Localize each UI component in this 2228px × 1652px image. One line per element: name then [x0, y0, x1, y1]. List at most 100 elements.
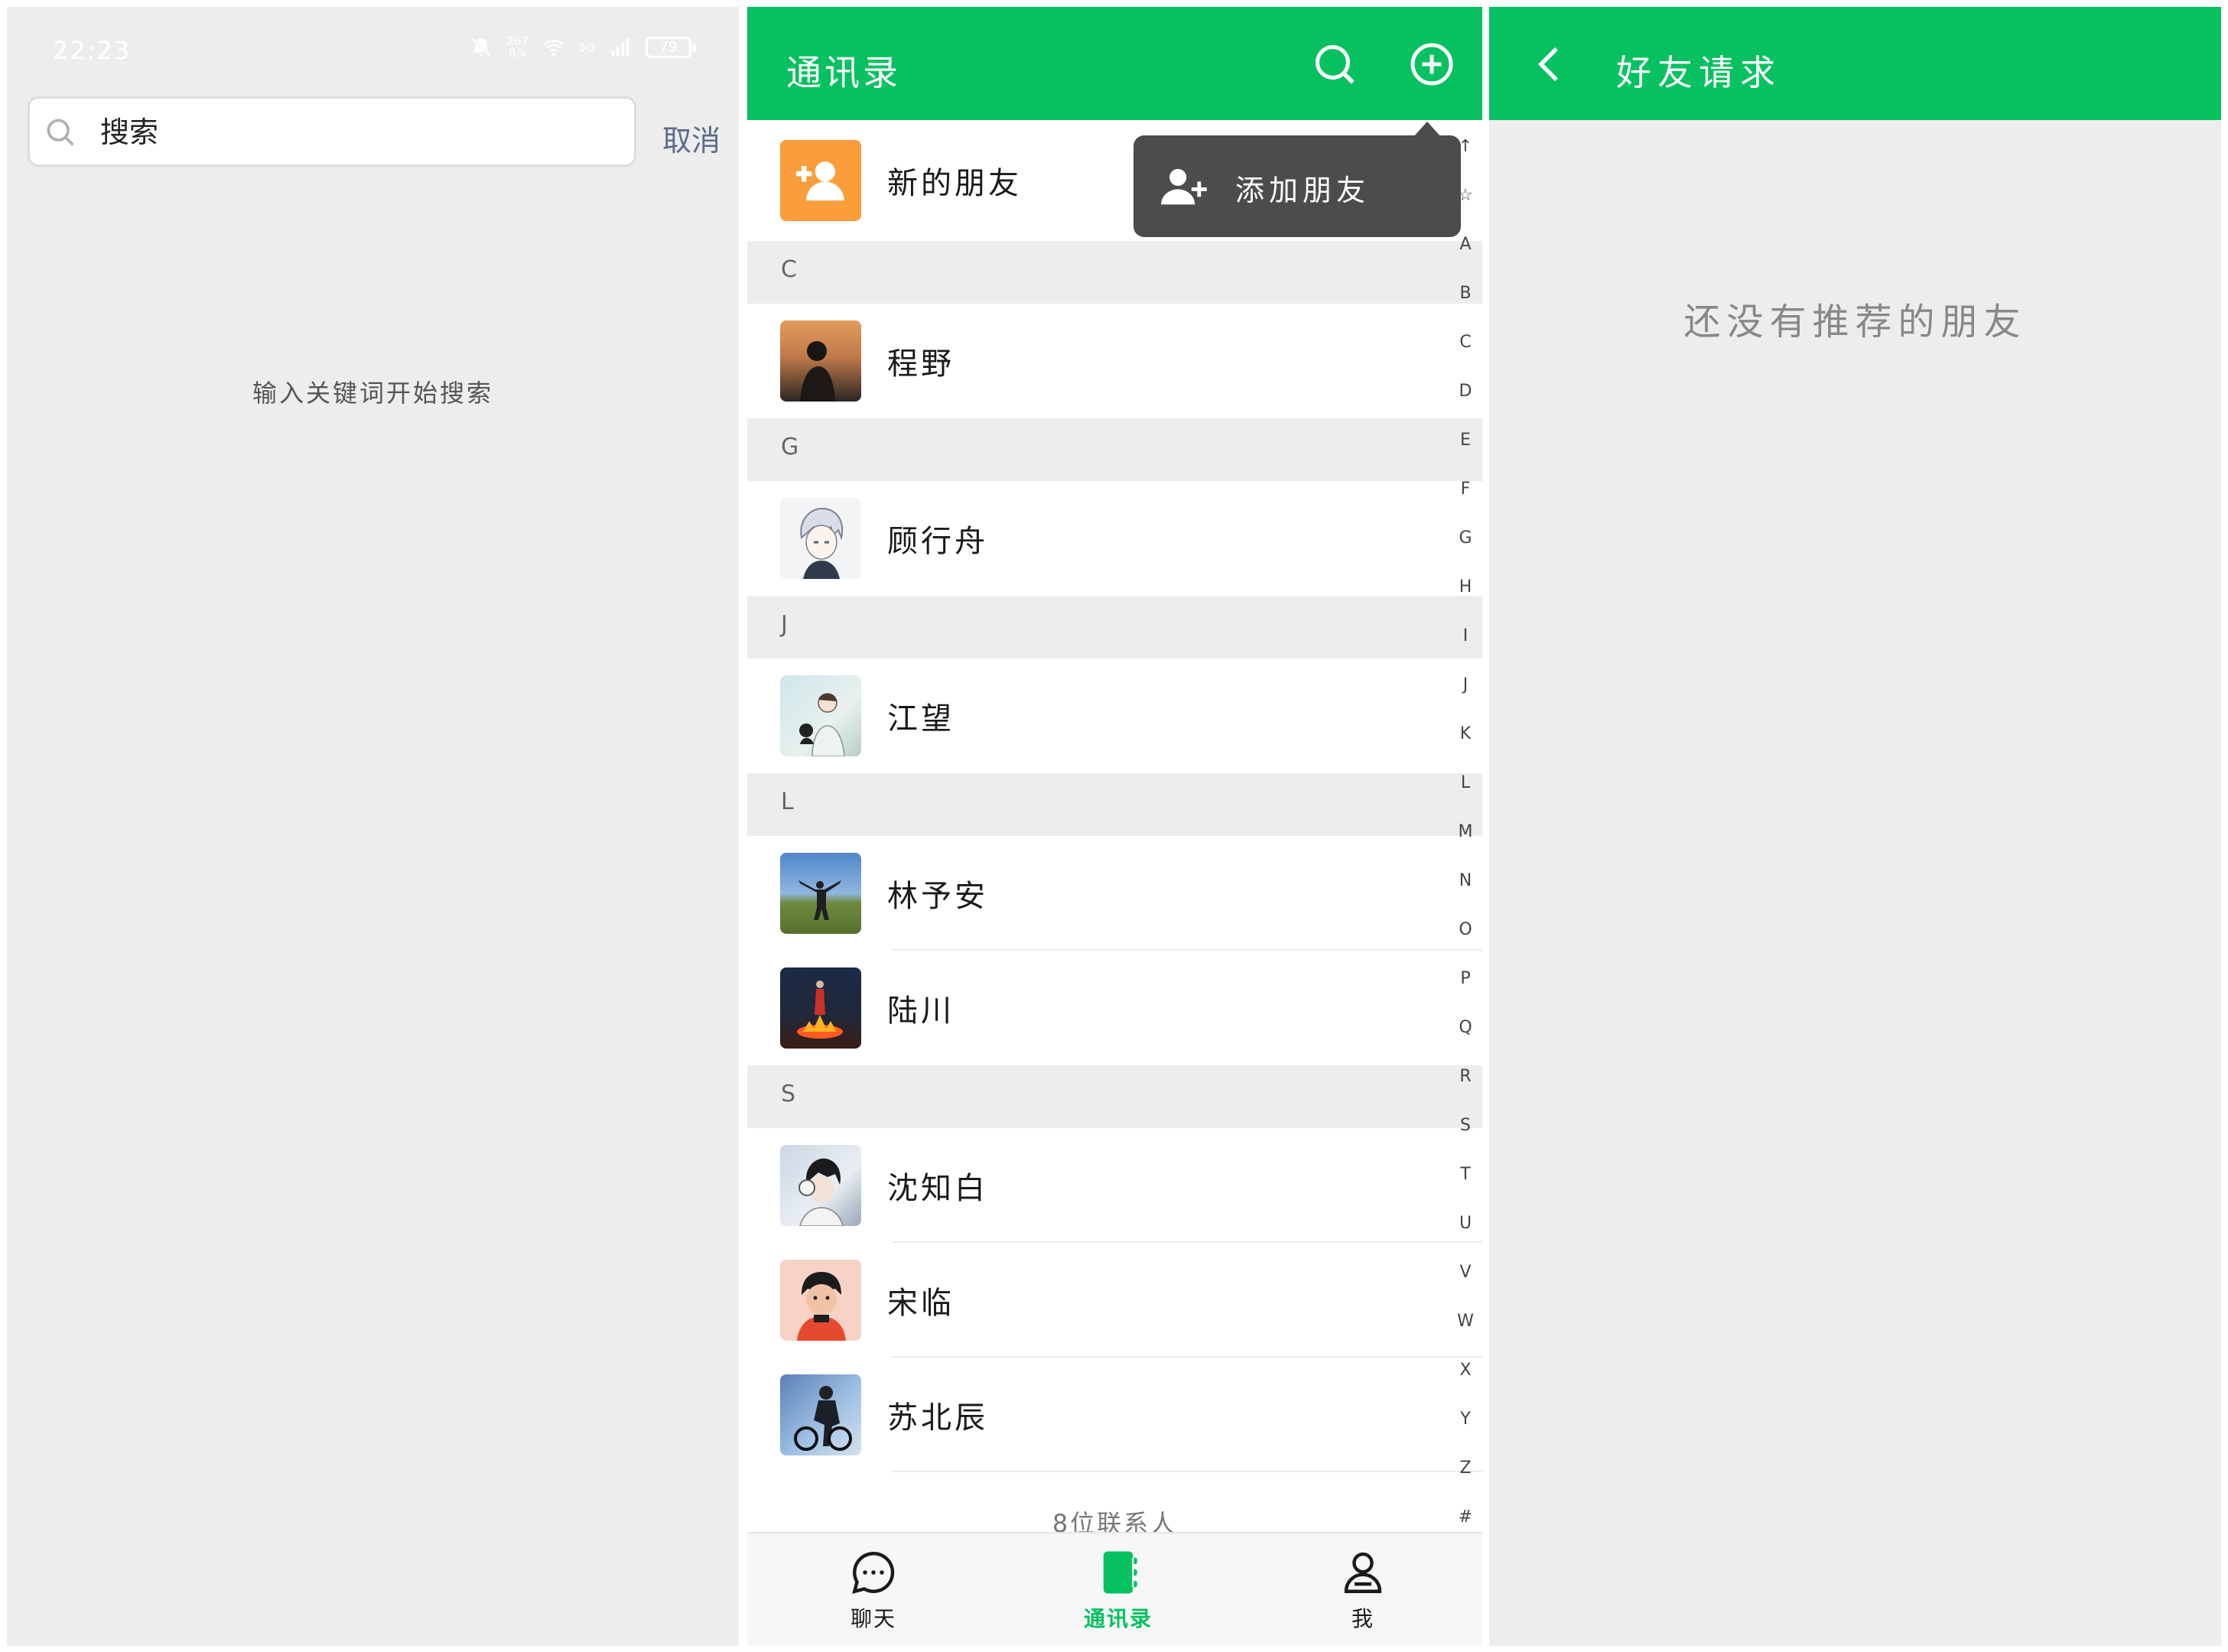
- index-letter[interactable]: D: [1455, 382, 1476, 401]
- index-letter[interactable]: E: [1455, 431, 1476, 450]
- contact-row[interactable]: 陆川: [747, 951, 1482, 1065]
- person-icon: [1344, 1552, 1382, 1593]
- avatar: [780, 675, 861, 756]
- contact-row[interactable]: 沈知白: [747, 1128, 1482, 1243]
- back-arrow-icon[interactable]: [1530, 44, 1569, 85]
- contact-name: 江望: [887, 701, 955, 737]
- index-letter[interactable]: N: [1455, 871, 1476, 890]
- index-letter[interactable]: C: [1455, 333, 1476, 352]
- section-header-s: S: [747, 1065, 1482, 1128]
- index-letter[interactable]: Y: [1455, 1410, 1476, 1429]
- avatar: [780, 320, 861, 402]
- address-book-icon: [1103, 1551, 1137, 1594]
- page-title: 好友请求: [1616, 52, 1781, 93]
- section-header-l: L: [747, 773, 1482, 836]
- section-letter: G: [781, 434, 799, 460]
- search-input[interactable]: [100, 111, 620, 154]
- network-type: 5G: [578, 40, 595, 54]
- section-letter: J: [781, 611, 788, 638]
- index-letter[interactable]: K: [1455, 724, 1476, 743]
- section-header-g: G: [747, 418, 1482, 481]
- bottom-tab-bar: 聊天 通讯录 我: [747, 1532, 1482, 1646]
- new-friends-label: 新的朋友: [887, 166, 1022, 201]
- section-letter: C: [781, 256, 797, 283]
- add-friend-popup[interactable]: 添加朋友: [1134, 122, 1461, 237]
- add-user-icon: [1161, 168, 1207, 205]
- index-letter[interactable]: S: [1455, 1116, 1476, 1135]
- add-friend-label: 添加朋友: [1235, 174, 1371, 207]
- index-letter[interactable]: B: [1455, 284, 1476, 303]
- index-letter[interactable]: U: [1455, 1214, 1476, 1233]
- avatar: [780, 498, 861, 579]
- index-letter[interactable]: A: [1455, 235, 1476, 254]
- tab-me[interactable]: 我: [1302, 1547, 1424, 1633]
- search-hint: 输入关键词开始搜索: [252, 379, 493, 408]
- avatar: [780, 1374, 861, 1455]
- contact-row[interactable]: 林予安: [747, 836, 1482, 951]
- section-header-c: C: [747, 241, 1482, 304]
- index-letter[interactable]: H: [1455, 577, 1476, 597]
- section-letter: S: [781, 1081, 796, 1107]
- contact-row[interactable]: 苏北辰: [747, 1358, 1482, 1472]
- status-time: 22:23: [53, 36, 132, 65]
- battery-icon: 79: [646, 37, 696, 58]
- wifi-icon: [543, 40, 564, 57]
- friend-requests-screen: 好友请求 还没有推荐的朋友: [1489, 7, 2221, 1646]
- contact-name: 顾行舟: [887, 524, 988, 559]
- contact-row[interactable]: 程野: [747, 304, 1482, 418]
- index-letter[interactable]: T: [1455, 1165, 1476, 1184]
- mute-bell-icon: [471, 37, 491, 57]
- contact-name: 程野: [887, 346, 955, 382]
- search-icon[interactable]: [1312, 41, 1358, 87]
- contacts-screen: 通讯录 新的朋友 C 程野 G 顾行舟 J 江望 L 林予安 陆川 S 沈知白 …: [747, 7, 1482, 1646]
- empty-message: 还没有推荐的朋友: [1683, 301, 2027, 343]
- tab-label: 通讯录: [1083, 1606, 1153, 1631]
- index-letter[interactable]: #: [1455, 1507, 1476, 1527]
- index-letter[interactable]: X: [1455, 1361, 1476, 1380]
- contact-name: 沈知白: [887, 1171, 988, 1206]
- section-header-j: J: [747, 596, 1482, 659]
- contact-row[interactable]: 顾行舟: [747, 481, 1482, 596]
- index-letter[interactable]: Q: [1455, 1018, 1476, 1037]
- tab-label: 聊天: [850, 1606, 896, 1631]
- index-letter[interactable]: G: [1455, 528, 1476, 548]
- tab-label: 我: [1351, 1606, 1374, 1631]
- plus-circle-icon[interactable]: [1409, 41, 1455, 87]
- index-letter[interactable]: P: [1455, 969, 1476, 988]
- avatar: [780, 1145, 861, 1226]
- index-letter[interactable]: R: [1455, 1067, 1476, 1086]
- avatar: [780, 967, 861, 1049]
- search-icon: [47, 119, 74, 146]
- contact-name: 苏北辰: [887, 1400, 988, 1436]
- net-speed: 267 B/s: [506, 36, 529, 59]
- index-letter[interactable]: M: [1455, 822, 1476, 841]
- index-letter[interactable]: Z: [1455, 1459, 1476, 1478]
- index-letter[interactable]: L: [1455, 773, 1476, 792]
- avatar: [780, 1260, 861, 1341]
- contact-row[interactable]: 宋临: [747, 1243, 1482, 1358]
- cancel-button[interactable]: 取消: [662, 117, 720, 159]
- search-screen: 22:23 267B/s 5G 79 取消 输入关键词开始搜索: [7, 7, 739, 1646]
- index-letter[interactable]: J: [1455, 675, 1476, 694]
- chat-bubble-icon: [852, 1552, 895, 1594]
- tab-contacts[interactable]: 通讯录: [1057, 1547, 1179, 1633]
- index-letter[interactable]: V: [1455, 1263, 1476, 1282]
- tab-chat[interactable]: 聊天: [812, 1547, 935, 1633]
- search-box[interactable]: [28, 96, 636, 167]
- page-title: 通讯录: [786, 52, 901, 93]
- signal-icon: [611, 38, 629, 57]
- index-letter[interactable]: W: [1455, 1312, 1476, 1331]
- contact-row[interactable]: 江望: [747, 659, 1482, 773]
- index-letter[interactable]: I: [1455, 626, 1476, 646]
- contact-name: 陆川: [887, 993, 955, 1029]
- contacts-top-bar: 通讯录: [747, 7, 1482, 120]
- index-letter[interactable]: O: [1455, 920, 1476, 939]
- divider: [891, 1471, 1482, 1472]
- contact-name: 宋临: [887, 1286, 955, 1321]
- add-user-icon: [795, 161, 844, 201]
- avatar: [780, 853, 861, 934]
- status-icons: 267 B/s 5G 79: [470, 36, 696, 59]
- index-letter[interactable]: F: [1455, 480, 1476, 499]
- status-bar: 22:23 267 B/s 5G 79: [7, 7, 739, 97]
- requests-top-bar: 好友请求: [1489, 7, 2221, 120]
